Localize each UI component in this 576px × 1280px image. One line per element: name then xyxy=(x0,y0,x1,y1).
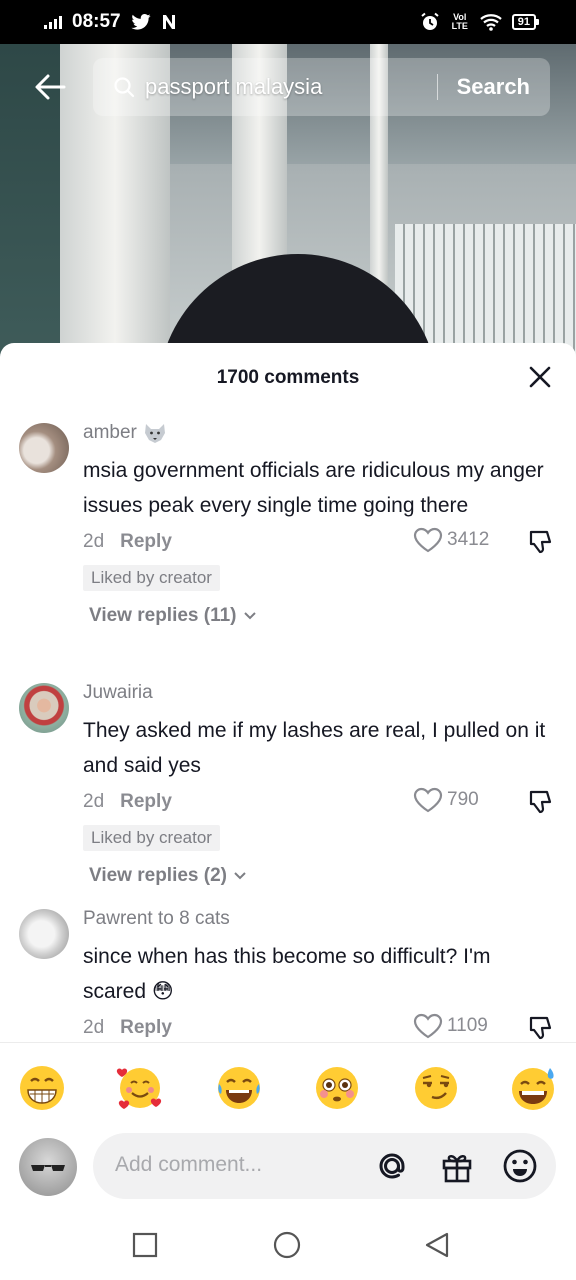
comment-placeholder: Add comment... xyxy=(115,1153,263,1176)
comment-date: 2d xyxy=(83,1017,105,1038)
comment-meta: 2d Reply 790 xyxy=(83,787,556,817)
chevron-down-icon xyxy=(234,872,246,880)
avatar[interactable] xyxy=(19,683,69,733)
gift-icon[interactable] xyxy=(438,1147,476,1185)
heart-icon xyxy=(413,1013,443,1039)
avatar[interactable] xyxy=(19,909,69,959)
reply-button[interactable]: Reply xyxy=(120,1017,172,1039)
smiling-face-with-hearts-emoji-icon[interactable] xyxy=(115,1063,165,1113)
reply-button[interactable]: Reply xyxy=(120,791,172,813)
emoji-quick-bar xyxy=(0,1042,576,1132)
like-button[interactable]: 1109 xyxy=(413,1013,488,1039)
status-time: 08:57 xyxy=(72,11,121,32)
liked-by-creator-badge: Liked by creator xyxy=(83,565,220,591)
view-replies-button[interactable]: View replies (11) xyxy=(89,605,556,627)
wolf-emoji-icon xyxy=(144,424,165,443)
emoji-icon[interactable] xyxy=(501,1147,539,1185)
close-icon[interactable] xyxy=(526,363,554,391)
comment-composer: Add comment... xyxy=(0,1132,576,1206)
comment-username[interactable]: Pawrent to 8 cats xyxy=(83,907,556,931)
like-button[interactable]: 3412 xyxy=(413,527,489,553)
cell-signal-icon xyxy=(44,15,62,29)
comment-meta: 2d Reply 3412 xyxy=(83,527,556,557)
search-divider xyxy=(437,74,438,100)
like-count: 790 xyxy=(447,789,479,810)
smirking-face-emoji-icon[interactable] xyxy=(411,1063,461,1113)
liked-by-creator-badge: Liked by creator xyxy=(83,825,220,851)
tears-of-joy-emoji-icon[interactable] xyxy=(214,1063,264,1113)
lte-indicator: Vol LTE xyxy=(451,12,468,31)
comment-text: msia government officials are ridiculous… xyxy=(83,459,544,517)
mention-icon[interactable] xyxy=(373,1147,411,1185)
comment-item: Pawrent to 8 cats since when has this be… xyxy=(0,907,576,1042)
grinning-face-emoji-icon[interactable] xyxy=(17,1063,67,1113)
like-button[interactable]: 790 xyxy=(413,787,479,813)
twitter-icon xyxy=(131,14,151,30)
dislike-icon[interactable] xyxy=(526,529,554,557)
comment-username[interactable]: Juwairia xyxy=(83,681,556,705)
search-query: passport malaysia xyxy=(145,74,323,99)
back-button[interactable] xyxy=(20,58,80,116)
like-count: 3412 xyxy=(447,529,490,550)
reply-button[interactable]: Reply xyxy=(120,531,172,553)
comment-date: 2d xyxy=(83,531,105,552)
wifi-icon xyxy=(480,14,502,31)
comment-input[interactable]: Add comment... xyxy=(93,1133,556,1199)
heart-icon xyxy=(413,787,443,813)
battery-icon: 91 xyxy=(511,14,540,30)
dislike-icon[interactable] xyxy=(526,789,554,817)
my-avatar[interactable] xyxy=(19,1138,77,1196)
search-button[interactable]: Search xyxy=(457,58,530,116)
grinning-sweat-emoji-icon[interactable] xyxy=(509,1063,559,1113)
comment-count: 1700 comments xyxy=(216,367,360,388)
arrow-left-icon xyxy=(35,74,66,100)
search-input[interactable]: passport malaysia Search xyxy=(93,58,550,116)
comment-date: 2d xyxy=(83,791,105,812)
system-nav-bar xyxy=(0,1206,576,1280)
flushed-face-emoji-icon[interactable] xyxy=(312,1063,362,1113)
dislike-icon[interactable] xyxy=(526,1015,554,1042)
chevron-down-icon xyxy=(243,612,256,620)
like-count: 1109 xyxy=(447,1015,488,1036)
comment-username[interactable]: amber xyxy=(83,421,556,445)
avatar[interactable] xyxy=(19,423,69,473)
alarm-icon xyxy=(421,12,439,30)
n-app-icon xyxy=(162,15,175,29)
comments-header: 1700 comments xyxy=(0,343,576,411)
recents-square-icon[interactable] xyxy=(130,1230,160,1260)
view-replies-button[interactable]: View replies (2) xyxy=(89,865,556,887)
comment-text: since when has this become so difficult?… xyxy=(83,945,491,1003)
comment-text: They asked me if my lashes are real, I p… xyxy=(83,719,546,777)
back-triangle-icon[interactable] xyxy=(422,1230,452,1260)
sunglasses-icon xyxy=(31,1165,65,1171)
search-header: passport malaysia Search xyxy=(0,58,576,116)
comment-meta: 2d Reply 1109 xyxy=(83,1013,556,1042)
home-circle-icon[interactable] xyxy=(272,1230,302,1260)
search-icon xyxy=(114,77,135,98)
status-bar: 08:57 Vol LTE 91 xyxy=(0,0,576,44)
heart-icon xyxy=(413,527,443,553)
